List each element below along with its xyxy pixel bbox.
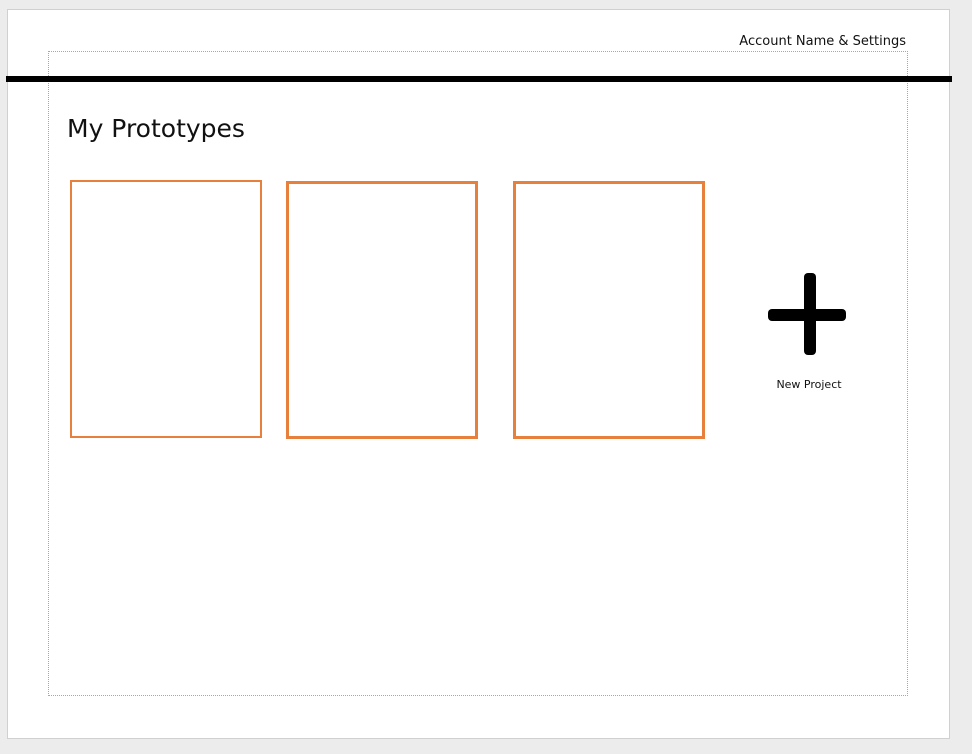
plus-icon [768, 273, 846, 355]
prototype-card[interactable] [513, 181, 705, 439]
new-project-label: New Project [776, 378, 842, 391]
page-title: My Prototypes [67, 114, 245, 143]
prototype-card[interactable] [70, 180, 262, 438]
new-project-button[interactable]: New Project [762, 270, 854, 400]
prototype-card[interactable] [286, 181, 478, 439]
plus-icon-horizontal-bar [768, 309, 846, 321]
account-settings-link[interactable]: Account Name & Settings [739, 34, 906, 49]
canvas-background: Account Name & Settings My Prototypes Ne… [0, 0, 972, 754]
header-divider [6, 76, 952, 82]
